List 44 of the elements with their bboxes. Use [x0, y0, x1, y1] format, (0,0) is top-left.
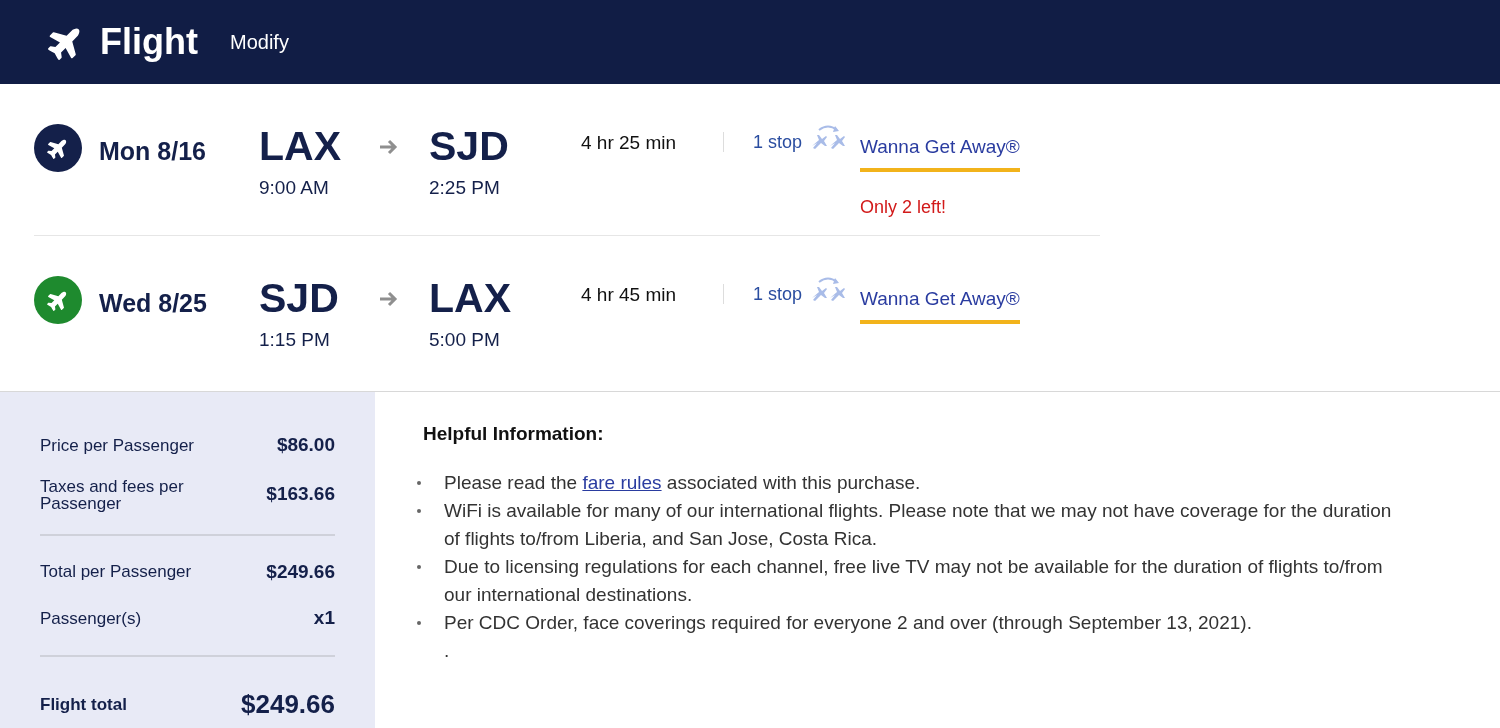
price-label: Total per Passenger [40, 563, 193, 581]
modify-link[interactable]: Modify [229, 27, 289, 57]
fare-rules-link[interactable]: fare rules [582, 471, 662, 493]
price-value: $249.66 [241, 687, 335, 721]
page-title: Flight [100, 20, 198, 64]
section-heading: Helpful Information: [423, 422, 605, 446]
price-label: Passenger(s) [40, 609, 143, 627]
price-label: Price per Passenger [40, 436, 196, 454]
bullet-icon [417, 564, 421, 569]
connecting-planes-icon [810, 276, 847, 304]
flight-duration: 4 hr 45 min [581, 283, 678, 307]
destination-code: LAX [429, 276, 512, 320]
flight-date: Mon 8/16 [99, 136, 207, 167]
departure-time: 9:00 AM [259, 176, 330, 200]
availability-notice: Only 2 left! [860, 195, 948, 219]
destination-code: SJD [429, 124, 510, 168]
info-text: WiFi is available for many of our international flights. Please note that we may not have coverage for the duration of flights to/from Liberia, and San Jose, Costa Rica. [444, 498, 1393, 551]
price-label: Flight total [40, 695, 128, 713]
fare-type-link[interactable]: Wanna Get Away® [860, 285, 1020, 324]
bullet-icon [417, 508, 421, 513]
price-value: $163.66 [266, 482, 335, 507]
origin-code: SJD [259, 276, 340, 320]
arrival-time: 5:00 PM [429, 328, 501, 352]
arrow-right-icon [379, 290, 399, 308]
flight-duration: 4 hr 25 min [581, 131, 678, 155]
origin-code: LAX [259, 124, 342, 168]
bullet-icon [417, 620, 421, 625]
stops-link[interactable]: 1 stop [753, 129, 803, 156]
arrow-right-icon [379, 138, 399, 156]
price-value: x1 [313, 606, 335, 630]
stops-link[interactable]: 1 stop [753, 281, 803, 308]
info-text: Due to licensing regulations for each channel, free live TV may not be available for the duration of flights to/from our international destinations. [444, 554, 1384, 607]
trailing-text: . [444, 638, 451, 663]
departure-time: 1:15 PM [259, 328, 331, 352]
bullet-icon [417, 480, 421, 485]
connecting-planes-icon [810, 124, 847, 152]
flight-date: Wed 8/25 [99, 288, 208, 319]
price-value: $86.00 [276, 433, 335, 457]
info-text: Per CDC Order, face coverings required for everyone 2 and over (through September 13, 2021). [444, 610, 1253, 635]
info-text: Please read the fare rules associated with this purchase. [444, 470, 922, 495]
arrival-time: 2:25 PM [429, 176, 501, 200]
fare-type-link[interactable]: Wanna Get Away® [860, 133, 1020, 172]
price-value: $249.66 [266, 559, 335, 584]
price-label: Taxes and fees per Passenger [40, 477, 185, 512]
